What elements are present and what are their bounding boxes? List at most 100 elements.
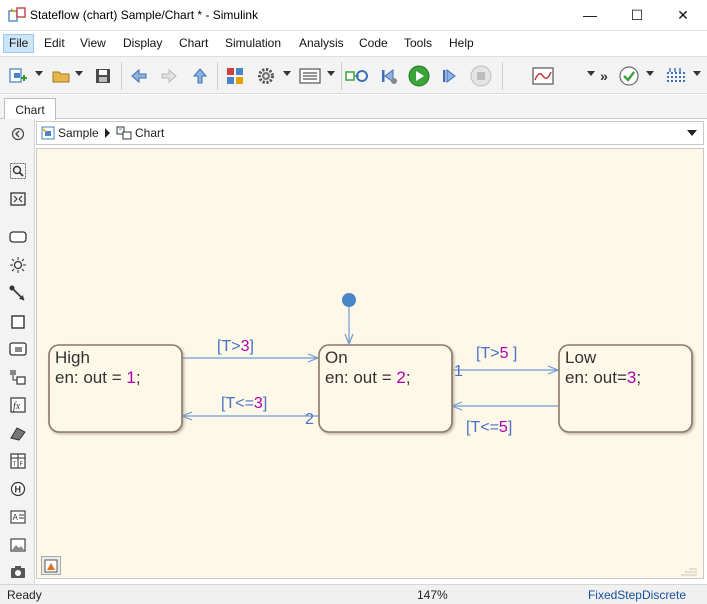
svg-text:T: T <box>13 462 17 468</box>
breadcrumb-chart[interactable]: Chart <box>116 126 164 140</box>
menu-chart[interactable]: Chart <box>173 34 214 53</box>
hide-explorer-icon[interactable] <box>9 125 27 143</box>
explorer-caret-icon[interactable] <box>327 71 335 76</box>
menu-file[interactable]: File <box>3 34 35 53</box>
simulink-function-icon[interactable] <box>9 340 27 358</box>
transition-label-on-to-low[interactable]: [T>5 ] <box>476 345 517 362</box>
state-on[interactable]: On en: out = 2; <box>318 344 453 433</box>
toolbar: » <box>0 56 707 94</box>
new-model-caret-icon[interactable] <box>35 71 43 76</box>
simulink-block-icon[interactable] <box>9 424 27 442</box>
title-bar: Stateflow (chart) Sample/Chart * - Simul… <box>0 0 707 31</box>
annotation-icon[interactable]: A <box>9 508 27 526</box>
model-explorer-icon[interactable] <box>298 64 322 88</box>
screenshot-icon[interactable] <box>9 563 27 581</box>
svg-text:A: A <box>13 513 19 522</box>
stop-icon[interactable] <box>469 64 493 88</box>
transition-order-on-to-low: 1 <box>454 363 463 380</box>
state-low-name: Low <box>565 348 597 367</box>
toolbar-separator <box>217 62 218 90</box>
step-back-icon[interactable] <box>377 64 401 88</box>
tab-strip: Chart <box>0 95 707 120</box>
state-icon[interactable] <box>9 228 27 246</box>
state-high[interactable]: High en: out = 1; <box>48 344 183 433</box>
open-folder-icon[interactable] <box>49 64 73 88</box>
image-icon[interactable] <box>9 536 27 554</box>
stateflow-diagram: High en: out = 1; On en: out = 2; Low en… <box>48 293 693 436</box>
svg-text:H: H <box>15 485 22 495</box>
close-button[interactable]: ✕ <box>660 0 706 30</box>
forward-arrow-icon[interactable] <box>157 64 181 88</box>
resize-grip-icon <box>679 565 699 576</box>
state-on-name: On <box>325 348 348 367</box>
more-caret-icon[interactable] <box>693 71 701 76</box>
check-caret-icon[interactable] <box>646 71 654 76</box>
box-icon[interactable] <box>9 313 27 331</box>
menu-tools[interactable]: Tools <box>398 34 438 53</box>
state-high-name: High <box>55 348 90 367</box>
breadcrumb-separator-icon <box>105 128 110 138</box>
new-model-icon[interactable] <box>6 64 30 88</box>
back-arrow-icon[interactable] <box>127 64 151 88</box>
zoom-icon[interactable] <box>9 162 27 180</box>
check-icon[interactable] <box>617 64 641 88</box>
breadcrumb-sample-label: Sample <box>58 126 99 140</box>
toolbar-separator <box>502 62 503 90</box>
up-arrow-icon[interactable] <box>188 64 212 88</box>
menu-analysis[interactable]: Analysis <box>293 34 350 53</box>
transition-label-on-to-high[interactable]: [T<=3] <box>221 395 267 412</box>
menu-view[interactable]: View <box>74 34 112 53</box>
minimize-button[interactable]: — <box>567 0 613 30</box>
save-icon[interactable] <box>91 64 115 88</box>
model-browser-toggle-icon[interactable] <box>41 556 61 575</box>
state-low[interactable]: Low en: out=3; <box>558 344 693 433</box>
run-icon[interactable] <box>407 64 431 88</box>
library-browser-icon[interactable] <box>223 64 247 88</box>
settings-caret-icon[interactable] <box>283 71 291 76</box>
toolbar-separator <box>121 62 122 90</box>
menu-simulation[interactable]: Simulation <box>219 34 287 53</box>
breadcrumb-sample[interactable]: Sample <box>41 126 99 140</box>
chart-canvas[interactable]: High en: out = 1; On en: out = 2; Low en… <box>36 148 704 579</box>
transition-label-high-to-on[interactable]: [T>3] <box>217 338 254 355</box>
window-title: Stateflow (chart) Sample/Chart * - Simul… <box>30 8 259 22</box>
breadcrumb-chart-label: Chart <box>135 126 165 140</box>
step-forward-icon[interactable] <box>438 64 462 88</box>
open-caret-icon[interactable] <box>75 71 83 76</box>
model-icon <box>41 126 55 140</box>
default-transition-dot[interactable] <box>342 293 356 307</box>
status-zoom-level: 147% <box>417 588 448 602</box>
status-solver[interactable]: FixedStepDiscrete <box>588 588 686 602</box>
stateflow-app-icon <box>8 7 26 22</box>
transition-label-low-to-on[interactable]: [T<=5] <box>466 419 512 436</box>
maximize-button[interactable]: ☐ <box>614 0 660 30</box>
update-diagram-icon[interactable] <box>345 64 369 88</box>
history-junction-icon[interactable]: H <box>9 480 27 498</box>
settings-gear-icon[interactable] <box>254 64 278 88</box>
junction-icon[interactable] <box>9 256 27 274</box>
menu-help[interactable]: Help <box>443 34 480 53</box>
toolbar-separator <box>341 62 342 90</box>
menu-edit[interactable]: Edit <box>38 34 71 53</box>
state-on-action: en: out = 2; <box>325 368 411 387</box>
transition-order-on-to-high: 2 <box>305 411 314 428</box>
state-low-action: en: out=3; <box>565 368 641 387</box>
fit-view-icon[interactable] <box>9 190 27 208</box>
scope-caret-icon[interactable] <box>587 71 595 76</box>
truth-table-icon[interactable]: TF <box>9 452 27 470</box>
breadcrumb-dropdown-icon[interactable] <box>687 130 697 136</box>
subchart-icon[interactable] <box>9 368 27 386</box>
menu-display[interactable]: Display <box>117 34 168 53</box>
chart-icon <box>116 126 132 140</box>
breadcrumb: Sample Chart <box>36 121 704 145</box>
default-transition-icon[interactable] <box>9 285 27 303</box>
simulation-data-icon[interactable] <box>664 64 688 88</box>
menu-code[interactable]: Code <box>353 34 394 53</box>
scope-icon[interactable] <box>531 64 555 88</box>
matlab-function-icon[interactable]: fx <box>9 396 27 414</box>
overflow-chevron-icon[interactable]: » <box>597 64 611 88</box>
status-ready: Ready <box>7 588 42 602</box>
state-high-action: en: out = 1; <box>55 368 141 387</box>
tab-chart[interactable]: Chart <box>4 98 56 120</box>
svg-text:F: F <box>20 462 24 468</box>
